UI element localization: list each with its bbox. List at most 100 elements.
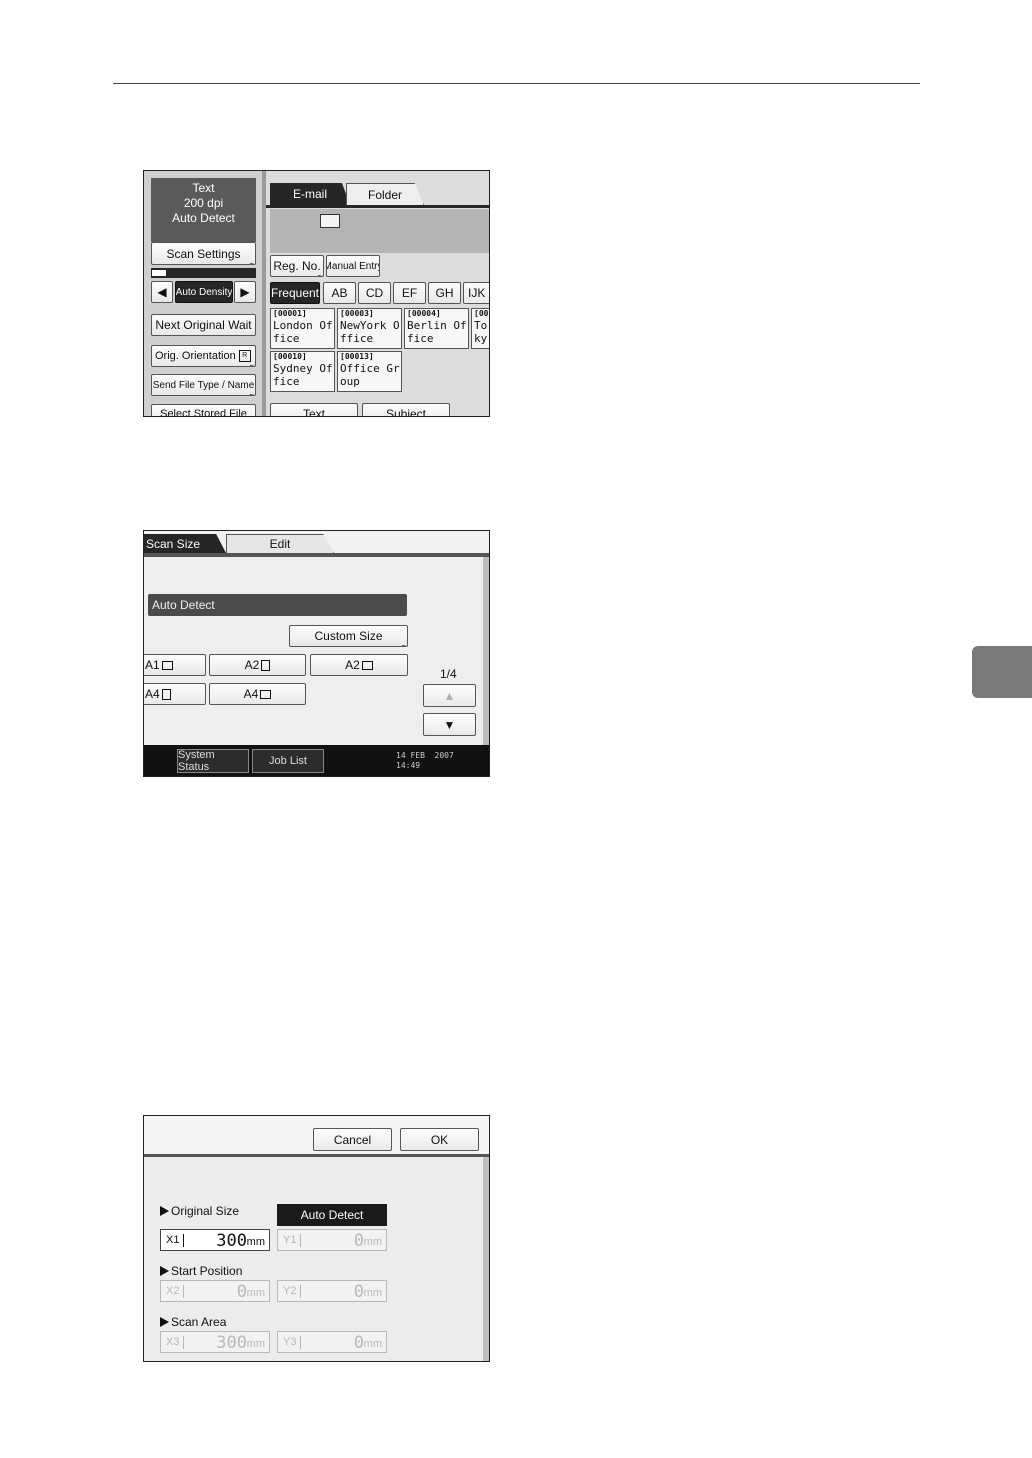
index-tab-label: CD [365, 286, 384, 300]
original-size-label: Original Size [160, 1204, 239, 1218]
size-a2-landscape-button[interactable]: A2 [310, 654, 408, 676]
triangle-down-icon: ▼ [443, 717, 456, 732]
scan-info-box: Text 200 dpi Auto Detect [151, 178, 256, 242]
destination-name: Office Group [340, 362, 400, 388]
send-file-type-button[interactable]: Send File Type / Name [151, 374, 256, 396]
density-slider[interactable] [151, 268, 256, 278]
page-down-button[interactable]: ▼ [423, 713, 476, 736]
resolution-text: 200 dpi [183, 196, 224, 210]
size-label: A2 [244, 658, 260, 672]
destination-button[interactable]: [000Tokyo Office [471, 308, 489, 349]
reg-no-label: Reg. No. [273, 259, 321, 273]
tab-email[interactable]: E-mail [270, 183, 350, 205]
select-stored-file-label: Select Stored File [160, 408, 247, 417]
auto-density-button[interactable]: Auto Density [175, 281, 233, 303]
start-position-label: Start Position [160, 1264, 242, 1278]
scrollbar[interactable] [483, 557, 489, 745]
next-original-wait-button[interactable]: Next Original Wait [151, 314, 256, 336]
x2-unit: mm [246, 1287, 265, 1299]
scanner-main-screen: Text 200 dpi Auto Detect Scan Settings ◀… [143, 170, 490, 417]
page-header-rule [113, 83, 920, 84]
index-tab-ijk[interactable]: IJK [463, 282, 489, 304]
destination-name: Sydney Office [273, 362, 333, 388]
select-stored-file-button[interactable]: Select Stored File [151, 404, 256, 417]
job-list-button[interactable]: Job List [252, 749, 324, 773]
date-text: 14 FEB 2007 [396, 751, 454, 760]
y3-input: Y3 0 mm [277, 1331, 387, 1353]
index-tab-label: Frequent [270, 286, 320, 300]
landscape-paper-icon [161, 660, 173, 670]
y3-unit: mm [363, 1338, 382, 1350]
index-tab-label: EF [401, 286, 418, 300]
text-button[interactable]: Text [270, 403, 358, 416]
destination-button[interactable]: [00004] Berlin Office [404, 308, 469, 349]
manual-entry-label: Manual Entry [326, 260, 380, 272]
x3-input: X3 300 mm [160, 1331, 270, 1353]
tab-folder[interactable]: Folder [346, 183, 424, 205]
size-text: Auto Detect [172, 211, 235, 225]
manual-entry-button[interactable]: Manual Entry [326, 255, 380, 277]
destination-name: Tokyo Office [474, 319, 488, 348]
auto-detect-selected[interactable]: Auto Detect [148, 594, 407, 616]
destination-button[interactable]: [00010] Sydney Office [270, 351, 335, 392]
chapter-thumb-tab [972, 646, 1032, 698]
reg-no-button[interactable]: Reg. No. [270, 255, 324, 277]
scrollbar[interactable] [483, 1157, 489, 1361]
auto-detect-button[interactable]: Auto Detect [277, 1204, 387, 1226]
size-a4-portrait-button[interactable]: A4 [144, 683, 206, 705]
page-up-button[interactable]: ▲ [423, 684, 476, 707]
auto-detect-label: Auto Detect [152, 598, 215, 612]
tab-edit-label: Edit [269, 537, 291, 551]
x1-input[interactable]: X1 300 mm [160, 1229, 270, 1251]
index-tab-label: AB [331, 286, 348, 300]
custom-size-button[interactable]: Custom Size [289, 625, 408, 647]
subject-button[interactable]: Subject [362, 403, 450, 417]
destination-button[interactable]: [00013] Office Group [337, 351, 402, 392]
index-tab-gh[interactable]: GH [428, 282, 461, 304]
portrait-paper-icon [161, 688, 171, 700]
destination-pane: E-mail Folder Reg. No. Manual Entry Freq… [266, 171, 489, 416]
y1-axis-label: Y1 [283, 1234, 297, 1246]
index-tab-frequent[interactable]: Frequent [270, 282, 320, 304]
x3-unit: mm [246, 1338, 265, 1350]
x1-axis-label: X1 [166, 1234, 180, 1246]
size-label: A4 [145, 687, 160, 701]
custom-size-label: Custom Size [314, 629, 383, 643]
field-separator [300, 1234, 301, 1247]
size-a4-landscape-button[interactable]: A4 [209, 683, 306, 705]
destination-button[interactable]: [00003] NewYork Office [337, 308, 402, 349]
page-indicator: 1/4 [440, 667, 457, 681]
scan-settings-button[interactable]: Scan Settings [151, 242, 256, 265]
triangle-up-icon: ▲ [443, 688, 456, 703]
size-a1-landscape-button[interactable]: A1 [144, 654, 206, 676]
scan-area-text: Scan Area [171, 1315, 227, 1329]
arrow-left-icon: ◀ [157, 285, 167, 299]
tab-scan-size[interactable]: Scan Size [144, 534, 226, 553]
field-separator [300, 1336, 301, 1349]
triangle-right-icon [160, 1317, 169, 1327]
portrait-paper-icon [261, 659, 271, 671]
destination-reg-no: [00003] [340, 309, 374, 318]
size-a2-portrait-button[interactable]: A2 [209, 654, 306, 676]
left-settings-column: Text 200 dpi Auto Detect Scan Settings ◀… [144, 171, 262, 416]
y3-axis-label: Y3 [283, 1336, 297, 1348]
subject-button-label: Subject [385, 407, 427, 417]
cancel-button[interactable]: Cancel [313, 1128, 392, 1151]
index-tab-ef[interactable]: EF [393, 282, 426, 304]
orig-orientation-label: Orig. Orientation [155, 350, 236, 362]
index-tab-ab[interactable]: AB [323, 282, 356, 304]
field-separator [300, 1285, 301, 1298]
system-status-button[interactable]: System Status [177, 749, 249, 773]
ok-button[interactable]: OK [400, 1128, 479, 1151]
density-right-arrow-button[interactable]: ▶ [234, 281, 256, 303]
destination-button[interactable]: [00001] London Office [270, 308, 335, 349]
tab-edit[interactable]: Edit [226, 534, 334, 553]
y2-unit: mm [363, 1287, 382, 1299]
system-status-label: System Status [178, 749, 215, 773]
index-tab-cd[interactable]: CD [358, 282, 391, 304]
triangle-right-icon [160, 1266, 169, 1276]
field-separator [183, 1234, 184, 1247]
density-left-arrow-button[interactable]: ◀ [151, 281, 173, 303]
original-size-text: Original Size [171, 1204, 240, 1218]
orig-orientation-button[interactable]: Orig. Orientation R [151, 345, 256, 367]
